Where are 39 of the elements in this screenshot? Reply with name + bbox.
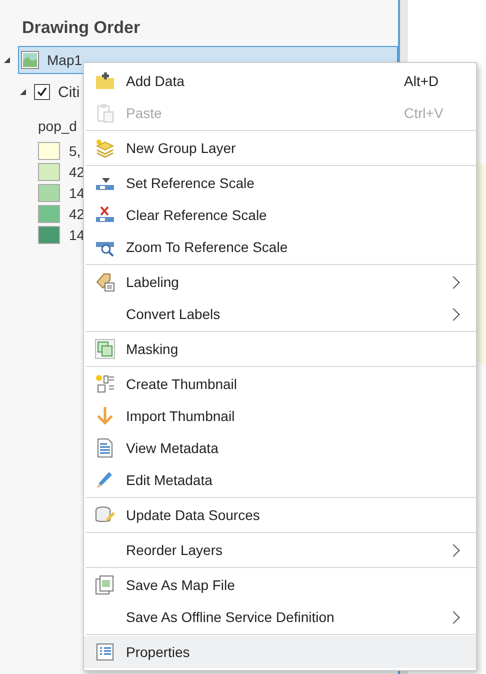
menu-item[interactable]: Convert Labels <box>84 298 476 330</box>
thumbnail-icon <box>95 374 115 394</box>
document-icon <box>95 438 115 458</box>
legend-label: 14 <box>69 184 85 200</box>
clipboard-icon <box>95 103 115 123</box>
menu-item[interactable]: View Metadata <box>84 432 476 464</box>
menu-item[interactable]: Update Data Sources <box>84 499 476 531</box>
menu-item[interactable]: Create Thumbnail <box>84 368 476 400</box>
panel-title: Drawing Order <box>22 18 142 38</box>
menu-item[interactable]: Save As Offline Service Definition <box>84 601 476 633</box>
field-name: pop_d <box>38 118 78 134</box>
menu-item[interactable]: Zoom To Reference Scale <box>84 231 476 263</box>
property-sheet-icon <box>95 642 115 662</box>
pencil-icon <box>95 470 115 490</box>
expand-icon[interactable] <box>20 89 26 95</box>
database-pencil-icon <box>95 505 115 525</box>
legend-label: 5, <box>69 142 81 158</box>
menu-item[interactable]: New Group Layer <box>84 132 476 164</box>
menu-item[interactable]: Import Thumbnail <box>84 400 476 432</box>
scale-bar-x-icon <box>95 205 115 225</box>
menu-item[interactable]: Labeling <box>84 266 476 298</box>
legend-label: 14 <box>69 226 85 242</box>
expand-icon[interactable] <box>4 57 10 63</box>
menu-item[interactable]: Edit Metadata <box>84 464 476 496</box>
down-arrow-icon <box>95 406 115 426</box>
map-pages-icon <box>95 575 115 595</box>
layer-checkbox[interactable] <box>34 84 50 100</box>
menu-item[interactable]: Clear Reference Scale <box>84 199 476 231</box>
masking-icon <box>95 339 115 359</box>
menu-item[interactable]: Set Reference Scale <box>84 167 476 199</box>
layer-name[interactable]: Citi <box>58 84 80 100</box>
menu-item[interactable]: Save As Map File <box>84 569 476 601</box>
map-icon <box>21 51 39 69</box>
menu-item[interactable]: Properties <box>84 636 476 668</box>
layers-icon <box>95 138 115 158</box>
label-tag-icon <box>95 272 115 292</box>
folder-plus-icon <box>95 71 115 91</box>
menu-item[interactable]: Masking <box>84 333 476 365</box>
menu-item[interactable]: Reorder Layers <box>84 534 476 566</box>
